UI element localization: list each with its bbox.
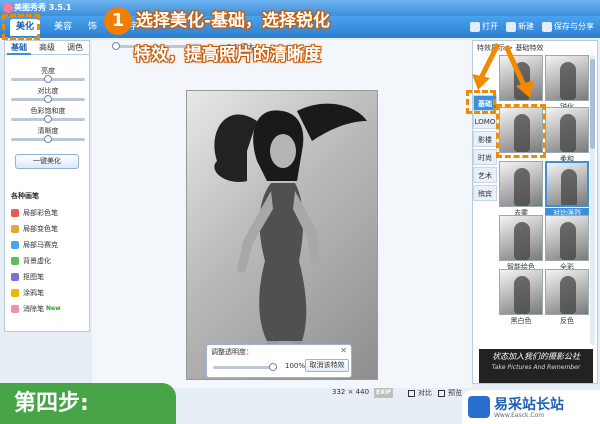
- slider-track[interactable]: [11, 95, 85, 103]
- opacity-knob[interactable]: [269, 363, 277, 371]
- image-dimensions: 332 × 440: [332, 388, 370, 396]
- adjust-panel: 基础 高级 调色 亮度 对比度 色彩饱和度 清晰度 一键美化 各种画笔 局部彩色…: [4, 40, 90, 332]
- effect-thumbnail: [545, 55, 589, 101]
- brush-cutout[interactable]: 抠图笔: [11, 271, 44, 283]
- effect-smart-color[interactable]: 智能绘色: [499, 215, 543, 271]
- callout-line-2: 特效，提高照片的清晰度: [134, 45, 321, 65]
- instruction-callout: 1 选择美化-基础，选择锐化 特效，提高照片的清晰度: [104, 4, 476, 72]
- adjust-subtabs: 基础 高级 调色: [5, 41, 89, 55]
- brush-local-color[interactable]: 局部彩色笔: [11, 207, 58, 219]
- preview-icon: [438, 390, 445, 397]
- effect-soft[interactable]: 柔和: [545, 107, 589, 163]
- one-key-beautify-button[interactable]: 一键美化: [15, 154, 79, 169]
- effect-black-white[interactable]: 黑白色: [499, 269, 543, 325]
- opacity-title: 调整透明度：: [211, 348, 253, 356]
- highlight-beautify-tab: [2, 14, 40, 40]
- slider-knob[interactable]: [44, 135, 52, 143]
- tab-decoration[interactable]: 饰: [82, 19, 103, 36]
- effect-thumbnail: [545, 215, 589, 261]
- cancel-effect-button[interactable]: 取消该特效: [305, 359, 349, 372]
- window-title: 美图秀秀 3.5.1: [14, 3, 72, 12]
- save-icon: [542, 22, 552, 32]
- compare-icon: [408, 390, 415, 397]
- ad-banner[interactable]: 状态加入我们的摄影公社 Take Pictures And Remember: [479, 349, 593, 383]
- brush-background-blur[interactable]: 背景虚化: [11, 255, 51, 267]
- category-art[interactable]: 艺术: [473, 167, 497, 183]
- category-studio[interactable]: 影楼: [473, 131, 497, 147]
- callout-line-1: 1 选择美化-基础，选择锐化: [104, 4, 476, 38]
- scroll-thumb[interactable]: [590, 59, 595, 149]
- effect-thumbnail: [545, 107, 589, 153]
- new-badge: New: [46, 305, 61, 312]
- tab-beauty[interactable]: 美容: [48, 19, 78, 36]
- effect-full-color[interactable]: 全彩: [545, 215, 589, 271]
- mosaic-icon: [11, 241, 19, 249]
- effect-thumbnail: [545, 269, 589, 315]
- slider-knob[interactable]: [44, 75, 52, 83]
- effect-high-contrast[interactable]: 对比强烈: [545, 161, 589, 218]
- brush-eraser[interactable]: 消除笔 New: [11, 303, 61, 315]
- canvas-area: 1:1 原大 调整透明度： ✕ 100% 取消该特效: [92, 40, 472, 388]
- opacity-panel: 调整透明度： ✕ 100% 取消该特效: [206, 344, 352, 378]
- slider-sharpness: 清晰度: [11, 126, 85, 143]
- slider-track[interactable]: [11, 135, 85, 143]
- opacity-slider[interactable]: [213, 363, 277, 371]
- step-badge: 第四步:: [0, 383, 176, 424]
- edited-photo: [186, 90, 378, 380]
- close-icon[interactable]: ✕: [340, 346, 347, 355]
- site-watermark: 易采站长站 Www.Easck.Com: [462, 390, 600, 424]
- subtab-advanced[interactable]: 高级: [35, 41, 59, 55]
- watermark-url: Www.Easck.Com: [494, 412, 545, 419]
- cutout-icon: [11, 273, 19, 281]
- eraser-icon: [11, 305, 19, 313]
- brush-doodle[interactable]: 涂鸦笔: [11, 287, 44, 299]
- photo-subject: [214, 103, 367, 379]
- doodle-icon: [11, 289, 19, 297]
- effect-dehaze[interactable]: 去雾: [499, 161, 543, 217]
- effect-thumbnail: [499, 215, 543, 261]
- slider-track[interactable]: [11, 75, 85, 83]
- opacity-value: 100%: [285, 362, 306, 370]
- slider-knob[interactable]: [44, 95, 52, 103]
- preview-button[interactable]: 预览: [438, 388, 462, 398]
- blur-icon: [11, 257, 19, 265]
- brush-local-change[interactable]: 局部变色笔: [11, 223, 58, 235]
- compare-button[interactable]: 对比: [408, 388, 432, 398]
- brush-mosaic[interactable]: 局部马赛克: [11, 239, 58, 251]
- effect-thumbnail: [499, 161, 543, 207]
- category-lomo[interactable]: LOMO: [473, 113, 497, 129]
- effect-sharpen[interactable]: 锐化: [545, 55, 589, 111]
- step-number: 1: [104, 7, 132, 35]
- slider-contrast: 对比度: [11, 86, 85, 103]
- effect-label: 黑白色: [510, 317, 532, 325]
- effect-invert[interactable]: 反色: [545, 269, 589, 325]
- new-icon: [506, 22, 516, 32]
- slider-brightness: 亮度: [11, 66, 85, 83]
- highlight-basic-category: [466, 90, 496, 114]
- arrow-icon: [503, 44, 534, 98]
- new-button[interactable]: 新建: [506, 20, 534, 34]
- color-brush-icon: [11, 209, 19, 217]
- site-logo-icon: [468, 396, 490, 418]
- effect-thumbnail: [545, 161, 589, 207]
- ad-text: 状态加入我们的摄影公社: [492, 352, 580, 361]
- category-extra[interactable]: 殡宾: [473, 185, 497, 201]
- watermark-text: 易采站长站: [494, 397, 564, 413]
- save-share-button[interactable]: 保存与分享: [542, 20, 594, 34]
- effect-thumbnail: [499, 269, 543, 315]
- slider-knob[interactable]: [44, 115, 52, 123]
- ad-subtext: Take Pictures And Remember: [491, 364, 581, 371]
- exif-badge[interactable]: EXIF: [374, 388, 394, 398]
- slider-track[interactable]: [11, 115, 85, 123]
- brushes-title: 各种画笔: [11, 192, 39, 200]
- app-logo-icon: [3, 3, 13, 13]
- highlight-sharpen-effect: [496, 104, 546, 158]
- change-brush-icon: [11, 225, 19, 233]
- subtab-basic[interactable]: 基础: [7, 41, 31, 55]
- effects-scrollbar[interactable]: [590, 55, 595, 345]
- effect-label: 反色: [560, 317, 574, 325]
- subtab-color[interactable]: 调色: [63, 41, 87, 55]
- slider-saturation: 色彩饱和度: [11, 106, 85, 123]
- category-fashion[interactable]: 时尚: [473, 149, 497, 165]
